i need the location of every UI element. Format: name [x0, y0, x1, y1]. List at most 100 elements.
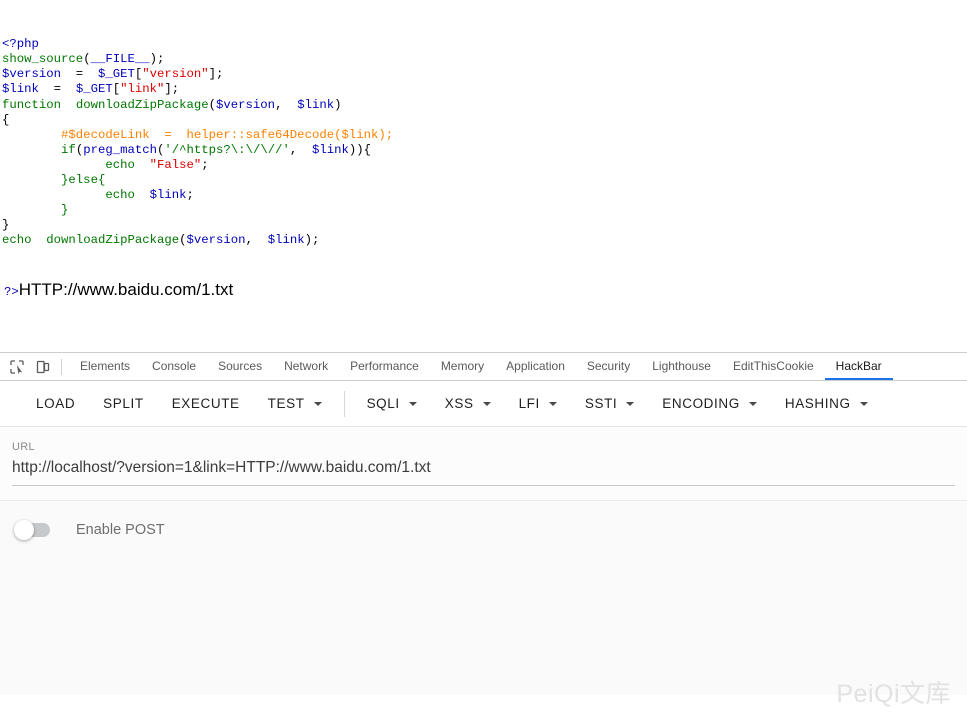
hackbar-button-hashing[interactable]: HASHING: [771, 387, 882, 421]
chevron-down-icon: [314, 402, 322, 406]
code-token: $link: [268, 233, 305, 247]
code-line: }else{: [2, 173, 967, 188]
url-field-label: URL: [12, 441, 955, 453]
hackbar-toolbar: LOADSPLIT EXECUTE TEST SQLI XSS LFI SSTI ENCODI…: [0, 381, 967, 427]
code-token: $version: [187, 233, 246, 247]
chevron-down-icon: [483, 402, 491, 406]
code-line: show_source(__FILE__);: [2, 52, 967, 67]
code-line: echo $link;: [2, 188, 967, 203]
devtools-tab-security[interactable]: Security: [576, 353, 641, 380]
toggle-knob: [14, 520, 34, 540]
code-line: #$decodeLink = helper::safe64Decode($lin…: [2, 128, 967, 143]
code-token: #$decodeLink = helper::safe64Decode($lin…: [61, 128, 393, 142]
code-token: [135, 188, 150, 202]
url-input[interactable]: [12, 459, 955, 486]
code-line: function downloadZipPackage($version, $l…: [2, 98, 967, 113]
devtools-tab-list: ElementsConsoleSourcesNetworkPerformance…: [69, 353, 893, 380]
echo-output-text: HTTP://www.baidu.com/1.txt: [19, 280, 233, 299]
code-line: if(preg_match('/^https?\:\/\//', $link))…: [2, 143, 967, 158]
code-line: <?php: [2, 37, 967, 52]
code-token: [2, 173, 61, 187]
tabbar-divider: [61, 359, 62, 375]
code-token: "link": [120, 82, 164, 96]
hackbar-button-label: EXECUTE: [172, 396, 240, 411]
code-token: (: [83, 52, 90, 66]
code-token: =: [39, 82, 76, 96]
device-toolbar-icon[interactable]: [30, 354, 56, 380]
chevron-down-icon: [409, 402, 417, 406]
device-toolbar-icon-glyph: [36, 360, 50, 374]
chevron-down-icon: [549, 402, 557, 406]
code-token: ,: [246, 233, 268, 247]
code-token: __FILE__: [91, 52, 150, 66]
code-token: downloadZipPackage: [46, 233, 179, 247]
hackbar-button-load[interactable]: LOAD: [22, 387, 89, 421]
code-token: preg_match: [83, 143, 157, 157]
code-token: <?php: [2, 37, 39, 51]
devtools-tabbar: ElementsConsoleSourcesNetworkPerformance…: [0, 353, 967, 381]
code-line: }: [2, 203, 967, 218]
chevron-down-icon: [626, 402, 634, 406]
code-line: echo downloadZipPackage($version, $link)…: [2, 233, 967, 248]
code-token: [: [113, 82, 120, 96]
code-token: "version": [142, 67, 208, 81]
enable-post-toggle[interactable]: [14, 523, 50, 537]
code-token: $link: [312, 143, 349, 157]
hackbar-empty-area: [0, 559, 967, 695]
hackbar-button-label: SSTI: [585, 396, 617, 411]
code-token: [2, 143, 61, 157]
code-token: function: [2, 98, 61, 112]
hackbar-button-lfi[interactable]: LFI: [505, 387, 571, 421]
chevron-down-icon: [749, 402, 757, 406]
code-token: echo: [2, 233, 32, 247]
code-lines: <?phpshow_source(__FILE__);$version = $_…: [2, 37, 967, 248]
code-token: $_GET: [98, 67, 135, 81]
code-line: {: [2, 113, 967, 128]
php-output-line: ?>HTTP://www.baidu.com/1.txt: [2, 280, 967, 300]
devtools-tab-console[interactable]: Console: [141, 353, 207, 380]
code-line: $link = $_GET["link"];: [2, 82, 967, 97]
code-token: ];: [209, 67, 224, 81]
devtools-tab-editthiscookie[interactable]: EditThisCookie: [722, 353, 825, 380]
code-token: show_source: [2, 52, 83, 66]
code-token: '/^https?\:\/\//': [164, 143, 289, 157]
inspect-element-icon[interactable]: [4, 354, 30, 380]
code-token: ];: [164, 82, 179, 96]
code-token: $_GET: [76, 82, 113, 96]
devtools-tab-network[interactable]: Network: [273, 353, 339, 380]
hackbar-button-label: LFI: [519, 396, 540, 411]
php-close-tag: ?>: [4, 285, 19, 299]
code-token: ;: [201, 158, 208, 172]
code-token: );: [305, 233, 320, 247]
hackbar-url-section: URL: [0, 427, 967, 501]
devtools-tab-performance[interactable]: Performance: [339, 353, 430, 380]
devtools-tab-hackbar[interactable]: HackBar: [825, 353, 893, 380]
devtools-panel: ElementsConsoleSourcesNetworkPerformance…: [0, 352, 967, 720]
browser-page-content: <?phpshow_source(__FILE__);$version = $_…: [0, 0, 967, 352]
enable-post-row: Enable POST: [0, 501, 967, 559]
code-token: ): [334, 98, 341, 112]
code-token: if: [61, 143, 76, 157]
code-token: ,: [275, 98, 297, 112]
code-token: $version: [2, 67, 61, 81]
devtools-tab-sources[interactable]: Sources: [207, 353, 273, 380]
code-token: $link: [150, 188, 187, 202]
code-token: $version: [216, 98, 275, 112]
hackbar-button-xss[interactable]: XSS: [431, 387, 505, 421]
code-token: [2, 188, 105, 202]
hackbar-button-sqli[interactable]: SQLI: [353, 387, 431, 421]
devtools-tab-memory[interactable]: Memory: [430, 353, 495, 380]
hackbar-button-execute[interactable]: EXECUTE: [158, 387, 254, 421]
devtools-tab-application[interactable]: Application: [495, 353, 576, 380]
devtools-tab-elements[interactable]: Elements: [69, 353, 141, 380]
hackbar-button-label: HASHING: [785, 396, 851, 411]
hackbar-button-label: SQLI: [367, 396, 400, 411]
code-token: "False": [150, 158, 202, 172]
hackbar-button-encoding[interactable]: ENCODING: [648, 387, 771, 421]
hackbar-button-ssti[interactable]: SSTI: [571, 387, 648, 421]
code-token: $link: [2, 82, 39, 96]
hackbar-button-split[interactable]: SPLIT: [89, 387, 158, 421]
devtools-tab-lighthouse[interactable]: Lighthouse: [641, 353, 722, 380]
hackbar-button-test[interactable]: TEST: [254, 387, 336, 421]
code-token: [2, 158, 105, 172]
